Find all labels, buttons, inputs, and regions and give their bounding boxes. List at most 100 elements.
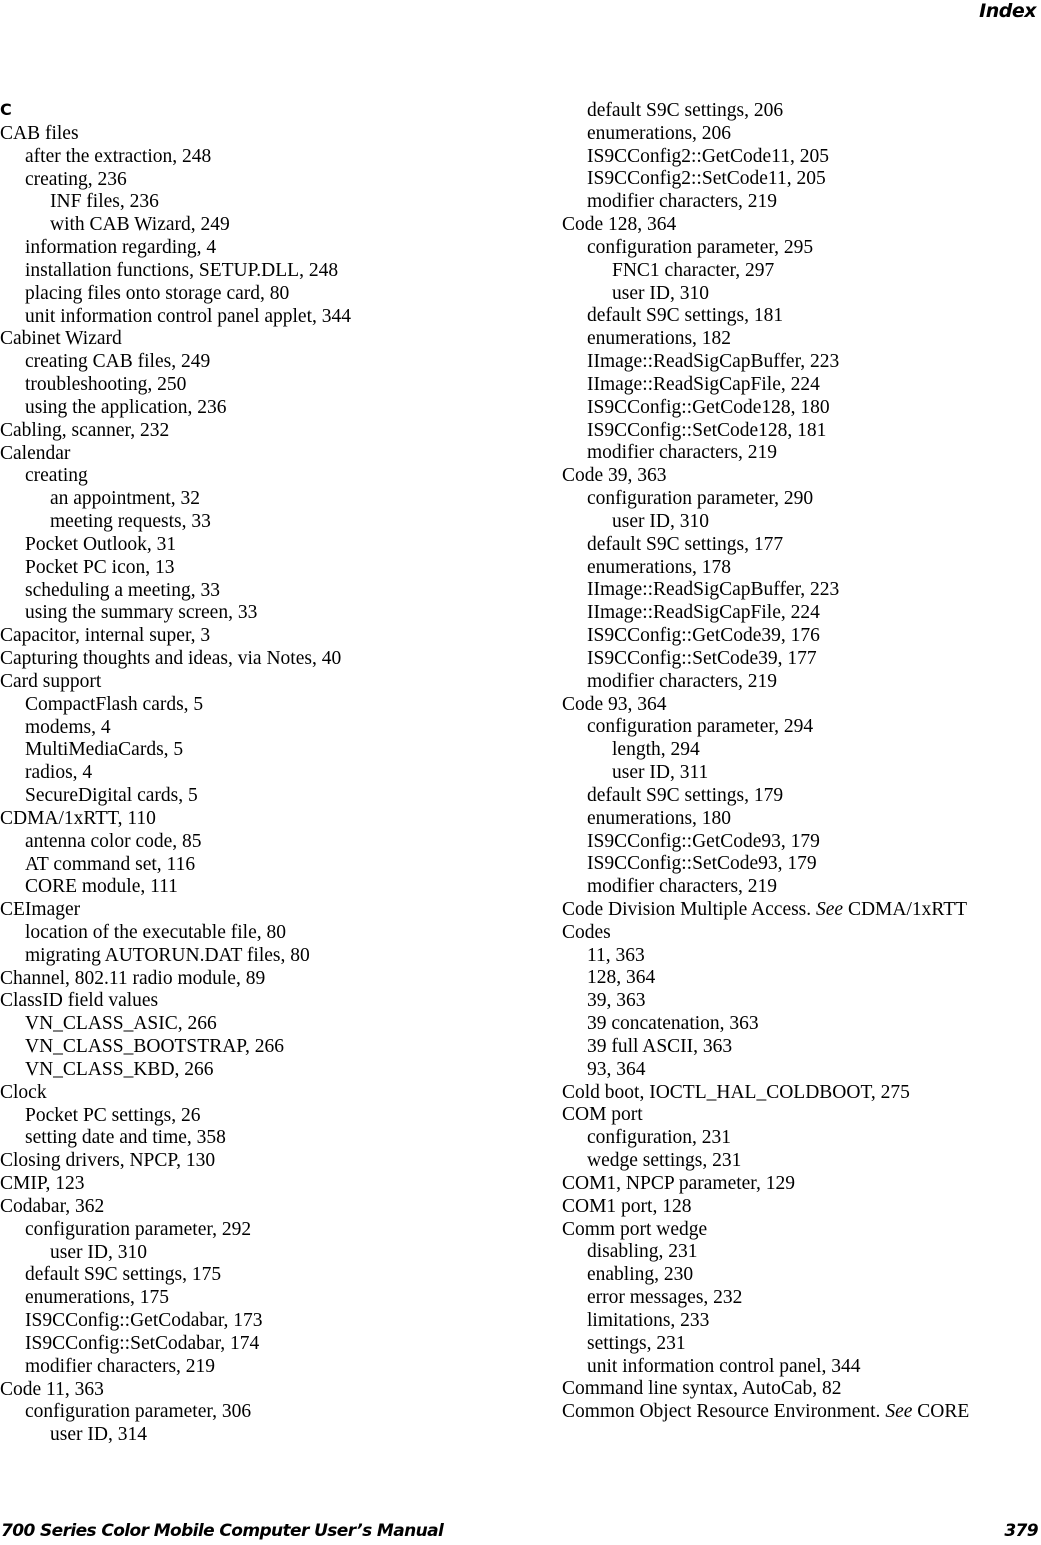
entry-text: Code 128, 364 [562, 214, 677, 236]
index-subentry: after the extraction, 248 [0, 146, 540, 169]
index-subentry: 39 full ASCII, 363 [562, 1036, 1032, 1059]
index-subentry: modifier characters, 219 [0, 1356, 540, 1379]
entry-text: Calendar [0, 442, 71, 464]
entry-text: IImage::ReadSigCapFile, 224 [587, 373, 820, 395]
index-subentry: IS9CConfig::GetCode128, 180 [562, 397, 1032, 420]
entry-text: enumerations, 175 [25, 1287, 170, 1309]
index-subentry: Pocket PC settings, 26 [0, 1105, 540, 1128]
index-subentry: 11, 363 [562, 945, 1032, 968]
index-subentry: configuration parameter, 306 [0, 1401, 540, 1424]
running-head: Index [979, 0, 1036, 22]
entry-text: with CAB Wizard, 249 [50, 214, 230, 236]
index-subentry: Pocket Outlook, 31 [0, 534, 540, 557]
index-subentry: unit information control panel, 344 [562, 1356, 1032, 1379]
entry-text: configuration parameter, 306 [25, 1401, 252, 1423]
entry-text: unit information control panel, 344 [587, 1355, 861, 1377]
see-reference-target: CORE [917, 1401, 970, 1423]
entry-text: CAB files [0, 123, 79, 144]
index-entry: Channel, 802.11 radio module, 89 [0, 968, 540, 991]
index-entry: Capturing thoughts and ideas, via Notes,… [0, 648, 540, 671]
index-entry: Cold boot, IOCTL_HAL_COLDBOOT, 275 [562, 1082, 1032, 1105]
entry-text: default S9C settings, 175 [25, 1264, 222, 1286]
index-entry: Closing drivers, NPCP, 130 [0, 1150, 540, 1173]
entry-text: Command line syntax, AutoCab, 82 [562, 1378, 842, 1400]
entry-text: configuration, 231 [587, 1127, 732, 1149]
entry-text: scheduling a meeting, 33 [25, 579, 220, 601]
entry-text: IS9CConfig2::SetCode11, 205 [587, 168, 826, 190]
entry-text: Card support [0, 670, 102, 692]
entry-text: location of the executable file, 80 [25, 921, 286, 943]
index-subentry: Pocket PC icon, 13 [0, 557, 540, 580]
index-subentry: enumerations, 206 [562, 123, 1032, 146]
index-subentry: settings, 231 [562, 1333, 1032, 1356]
index-subentry: IImage::ReadSigCapBuffer, 223 [562, 351, 1032, 374]
index-entry: Code 11, 363 [0, 1379, 540, 1402]
index-subentry: wedge settings, 231 [562, 1150, 1032, 1173]
entry-text: user ID, 310 [50, 1241, 147, 1263]
entry-text: Common Object Resource Environment. [562, 1401, 881, 1423]
entry-text: user ID, 311 [612, 762, 709, 784]
see-reference-label: See [885, 1401, 913, 1423]
entry-text: CORE module, 111 [25, 876, 178, 898]
index-subentry: unit information control panel applet, 3… [0, 306, 540, 329]
index-subentry: default S9C settings, 181 [562, 305, 1032, 328]
letter-heading: C [0, 100, 12, 119]
index-subentry: creating CAB files, 249 [0, 351, 540, 374]
index-entry: Cabling, scanner, 232 [0, 420, 540, 443]
index-entry: CDMA/1xRTT, 110 [0, 808, 540, 831]
entry-text: IS9CConfig::SetCode39, 177 [587, 647, 817, 669]
entry-text: CDMA/1xRTT, 110 [0, 807, 156, 829]
entry-text: configuration parameter, 290 [587, 488, 814, 510]
entry-text: IS9CConfig::GetCode93, 179 [587, 830, 820, 852]
index-subsubentry: with CAB Wizard, 249 [0, 214, 540, 237]
entry-text: enumerations, 180 [587, 807, 732, 829]
index-subentry: enumerations, 175 [0, 1287, 540, 1310]
index-subentry: 93, 364 [562, 1059, 1032, 1082]
index-subentry: information regarding, 4 [0, 237, 540, 260]
entry-text: Closing drivers, NPCP, 130 [0, 1150, 216, 1172]
index-subentry: 128, 364 [562, 967, 1032, 990]
entry-text: Code 39, 363 [562, 465, 667, 487]
index-subsubentry: user ID, 314 [0, 1424, 540, 1447]
entry-text: COM1, NPCP parameter, 129 [562, 1172, 796, 1194]
see-reference-label: See [816, 898, 844, 920]
entry-text: default S9C settings, 206 [587, 100, 784, 121]
index-subentry: IS9CConfig2::GetCode11, 205 [562, 146, 1032, 169]
index-entry-list: default S9C settings, 206 enumerations, 2… [562, 100, 1032, 1424]
index-subentry: default S9C settings, 177 [562, 534, 1032, 557]
entry-text: creating, 236 [25, 168, 127, 190]
index-entry: Command line syntax, AutoCab, 82 [562, 1378, 1032, 1401]
index-subentry: IImage::ReadSigCapFile, 224 [562, 374, 1032, 397]
entry-text: IS9CConfig2::GetCode11, 205 [587, 145, 829, 167]
index-subentry: default S9C settings, 206 [562, 100, 1032, 123]
footer-manual-title: 700 Series Color Mobile Computer User’s … [1, 1521, 444, 1541]
entry-text: Code 93, 364 [562, 693, 667, 715]
entry-text: length, 294 [612, 739, 700, 761]
index-entry: Code 93, 364 [562, 694, 1032, 717]
index-entry: COM1, NPCP parameter, 129 [562, 1173, 1032, 1196]
entry-text: settings, 231 [587, 1332, 686, 1354]
entry-text: COM1 port, 128 [562, 1195, 692, 1217]
entry-text: Cabinet Wizard [0, 328, 122, 350]
entry-text: creating CAB files, 249 [25, 351, 211, 373]
entry-text: Codabar, 362 [0, 1195, 105, 1217]
entry-text: 11, 363 [587, 944, 645, 966]
entry-text: CompactFlash cards, 5 [25, 693, 204, 715]
entry-text: unit information control panel applet, 3… [25, 305, 352, 327]
footer-page-number: 379 [1004, 1521, 1038, 1541]
entry-text: enumerations, 182 [587, 328, 732, 350]
entry-text: Capacitor, internal super, 3 [0, 625, 211, 647]
index-entry: COM port [562, 1104, 1032, 1127]
index-entry: Card support [0, 671, 540, 694]
entry-text: 128, 364 [587, 967, 656, 989]
entry-text: using the application, 236 [25, 396, 227, 418]
index-subentry: 39, 363 [562, 990, 1032, 1013]
index-subentry: enabling, 230 [562, 1264, 1032, 1287]
entry-text: Capturing thoughts and ideas, via Notes,… [0, 648, 342, 670]
index-subentry: placing files onto storage card, 80 [0, 283, 540, 306]
index-subentry: default S9C settings, 175 [0, 1264, 540, 1287]
index-column-left: C CAB files after the extraction, 248 crea… [0, 97, 540, 1447]
entry-text: wedge settings, 231 [587, 1150, 742, 1172]
entry-text: IS9CConfig::GetCodabar, 173 [25, 1310, 263, 1332]
index-subentry: modems, 4 [0, 717, 540, 740]
